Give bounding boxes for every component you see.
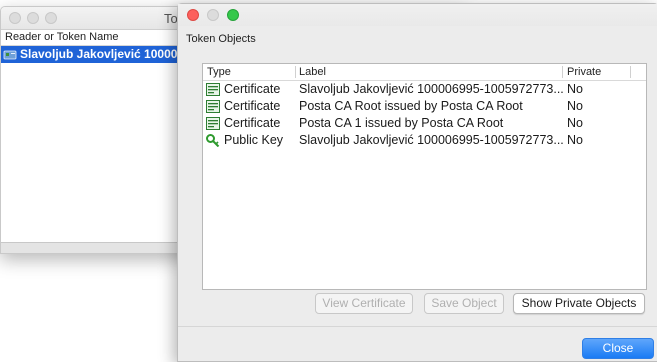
close-button-primary[interactable]: Close <box>582 338 654 359</box>
row-type: Certificate <box>224 116 281 130</box>
column-divider[interactable] <box>630 66 631 78</box>
column-header-type[interactable]: Type <box>207 64 231 80</box>
row-type: Public Key <box>224 133 284 147</box>
column-divider[interactable] <box>562 66 563 78</box>
token-table: Reader or Token Name Slavoljub Jakovljev… <box>1 30 182 242</box>
token-row-selected[interactable]: Slavoljub Jakovljević 10000 <box>1 46 181 63</box>
table-row[interactable]: Certificate Posta CA 1 issued by Posta C… <box>203 115 646 132</box>
column-header-reader-token[interactable]: Reader or Token Name <box>1 30 181 46</box>
row-label: Posta CA 1 issued by Posta CA Root <box>299 116 504 130</box>
column-header-private[interactable]: Private <box>567 64 601 80</box>
row-private: No <box>567 82 583 96</box>
row-private: No <box>567 116 583 130</box>
table-row[interactable]: Certificate Slavoljub Jakovljević 100006… <box>203 81 646 98</box>
row-label: Slavoljub Jakovljević 100006995-10059727… <box>299 82 564 96</box>
row-type: Certificate <box>224 82 281 96</box>
certificate-icon <box>206 100 220 113</box>
view-certificate-button[interactable]: View Certificate <box>315 293 413 314</box>
token-name: Slavoljub Jakovljević 10000 <box>20 47 178 61</box>
minimize-button-inactive[interactable] <box>27 12 39 24</box>
save-object-button[interactable]: Save Object <box>424 293 504 314</box>
zoom-button[interactable] <box>227 9 239 21</box>
table-header: Type Label Private <box>203 64 646 81</box>
row-private: No <box>567 133 583 147</box>
smart-card-icon <box>3 50 17 59</box>
certificate-icon <box>206 117 220 130</box>
key-icon <box>206 134 220 147</box>
certificate-icon <box>206 83 220 96</box>
zoom-button-inactive[interactable] <box>45 12 57 24</box>
section-label-token-objects: Token Objects <box>186 33 256 45</box>
token-objects-table: Type Label Private Certificate Slavoljub… <box>202 63 647 290</box>
minimize-button[interactable] <box>207 9 219 21</box>
token-objects-window: Token Objects Type Label Private Certifi… <box>177 3 657 362</box>
show-private-objects-button[interactable]: Show Private Objects <box>513 293 645 314</box>
row-private: No <box>567 99 583 113</box>
row-type: Certificate <box>224 99 281 113</box>
close-button-inactive[interactable] <box>9 12 21 24</box>
row-label: Posta CA Root issued by Posta CA Root <box>299 99 523 113</box>
table-row[interactable]: Certificate Posta CA Root issued by Post… <box>203 98 646 115</box>
column-divider[interactable] <box>295 66 296 78</box>
footer-divider <box>178 326 657 327</box>
column-header-label[interactable]: Label <box>299 64 326 80</box>
token-objects-titlebar[interactable] <box>178 4 657 26</box>
close-button[interactable] <box>187 9 199 21</box>
table-row[interactable]: Public Key Slavoljub Jakovljević 1000069… <box>203 132 646 149</box>
token-list-footer <box>1 242 181 253</box>
row-label: Slavoljub Jakovljević 100006995-10059727… <box>299 133 564 147</box>
